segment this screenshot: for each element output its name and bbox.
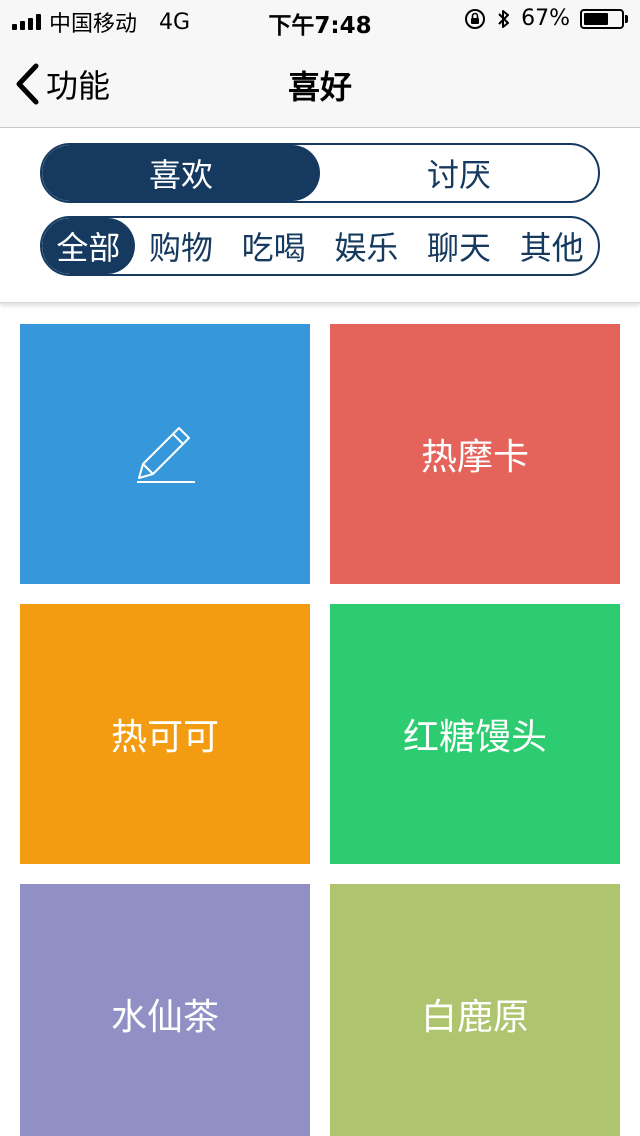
add-preference-tile[interactable] — [20, 324, 310, 584]
filter-panel: 喜欢 讨厌 全部 购物 吃喝 娱乐 聊天 其他 — [0, 129, 640, 303]
tile-label: 红糖馒头 — [402, 717, 547, 758]
preference-tile[interactable]: 白鹿原 — [330, 884, 620, 1136]
status-bar: 中国移动 4G 下午7:48 67% — [0, 0, 640, 40]
screen: 中国移动 4G 下午7:48 67% 功能 喜好 喜欢 讨厌 全部 购物 吃喝 … — [0, 0, 640, 1136]
tile-label: 热摩卡 — [420, 437, 529, 478]
category-entertainment[interactable]: 娱乐 — [320, 218, 413, 274]
category-food-drink[interactable]: 吃喝 — [227, 218, 320, 274]
segment-like[interactable]: 喜欢 — [42, 145, 320, 201]
tile-label: 白鹿原 — [420, 997, 529, 1038]
segment-dislike[interactable]: 讨厌 — [320, 145, 598, 201]
like-dislike-segment: 喜欢 讨厌 — [40, 143, 600, 203]
pencil-icon — [137, 427, 195, 483]
preference-tile[interactable]: 热可可 — [20, 604, 310, 864]
bluetooth-icon — [498, 9, 510, 28]
category-shopping[interactable]: 购物 — [135, 218, 228, 274]
orientation-lock-icon — [465, 8, 486, 29]
category-all[interactable]: 全部 — [42, 218, 135, 274]
status-right: 67% — [463, 6, 628, 31]
category-tabs: 全部 购物 吃喝 娱乐 聊天 其他 — [40, 216, 600, 276]
preference-tile[interactable]: 热摩卡 — [330, 324, 620, 584]
tile-label: 水仙茶 — [110, 997, 219, 1038]
navigation-bar: 功能 喜好 — [0, 40, 640, 128]
preference-tile[interactable]: 红糖馒头 — [330, 604, 620, 864]
page-title: 喜好 — [287, 68, 352, 106]
battery-percent: 67% — [521, 6, 570, 31]
tile-label: 热可可 — [110, 717, 219, 758]
battery-icon — [580, 8, 628, 29]
category-chat[interactable]: 聊天 — [413, 218, 506, 274]
category-other[interactable]: 其他 — [505, 218, 598, 274]
preference-tile[interactable]: 水仙茶 — [20, 884, 310, 1136]
